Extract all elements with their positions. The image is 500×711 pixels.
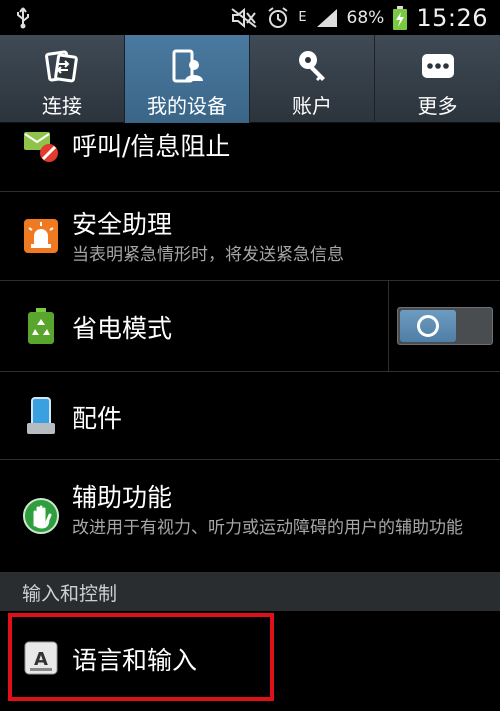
item-subtitle: 改进用于有视力、听力或运动障碍的用户的辅助功能 [72,518,463,538]
tab-label: 更多 [417,93,458,118]
item-title: 辅助功能 [72,483,173,512]
accounts-icon [292,46,332,86]
item-title: 呼叫/信息阻止 [72,132,231,161]
more-icon [418,46,458,86]
connections-icon [42,46,82,86]
item-title: 省电模式 [72,314,173,343]
tab-bar: 连接 我的设备 账户 更多 [0,35,500,123]
call-block-icon [22,127,60,165]
list-item-accessibility[interactable]: 辅助功能 改进用于有视力、听力或运动障碍的用户的辅助功能 [0,460,500,573]
power-saving-toggle[interactable] [396,307,493,345]
my-device-icon [167,46,207,86]
emergency-icon [22,217,60,255]
signal-icon [315,7,339,29]
item-subtitle: 当表明紧急情形时，将发送紧急信息 [72,245,344,265]
phone-accessory-icon [22,397,60,435]
list-item-call-block[interactable]: 呼叫/信息阻止 [0,123,500,192]
battery-charging-icon [392,5,408,31]
toggle-thumb [399,310,456,342]
tab-more[interactable]: 更多 [375,35,500,123]
tab-accounts[interactable]: 账户 [250,35,375,123]
alarm-icon [266,6,290,30]
battery-percentage: 68% [346,7,385,28]
tab-label: 连接 [42,93,82,118]
keyboard-a-icon: A [22,639,60,677]
tab-label: 账户 [292,93,332,118]
list-item-language-input[interactable]: A 语言和输入 [0,611,500,711]
item-title: 安全助理 [72,210,173,239]
item-title: 配件 [72,404,123,433]
list-item-accessories[interactable]: 配件 [0,372,500,460]
usb-icon [14,6,32,29]
network-type-label: E [298,10,307,25]
power-saving-toggle-wrap [388,281,500,371]
section-header-input-control: 输入和控制 [0,573,500,611]
tab-connections[interactable]: 连接 [0,35,125,123]
section-header-label: 输入和控制 [22,582,118,605]
tab-label: 我的设备 [147,93,227,118]
list-item-safety-assistance[interactable]: 安全助理 当表明紧急情形时，将发送紧急信息 [0,192,500,281]
tab-my-device[interactable]: 我的设备 [125,35,250,123]
mute-icon [230,7,258,29]
svg-text:A: A [34,649,48,670]
clock: 15:26 [416,3,488,32]
list-item-power-saving[interactable]: 省电模式 [0,281,500,372]
hand-icon [22,497,60,535]
item-title: 语言和输入 [72,646,198,675]
status-bar: E 68% 15:26 [0,0,500,35]
battery-recycle-icon [22,307,60,345]
